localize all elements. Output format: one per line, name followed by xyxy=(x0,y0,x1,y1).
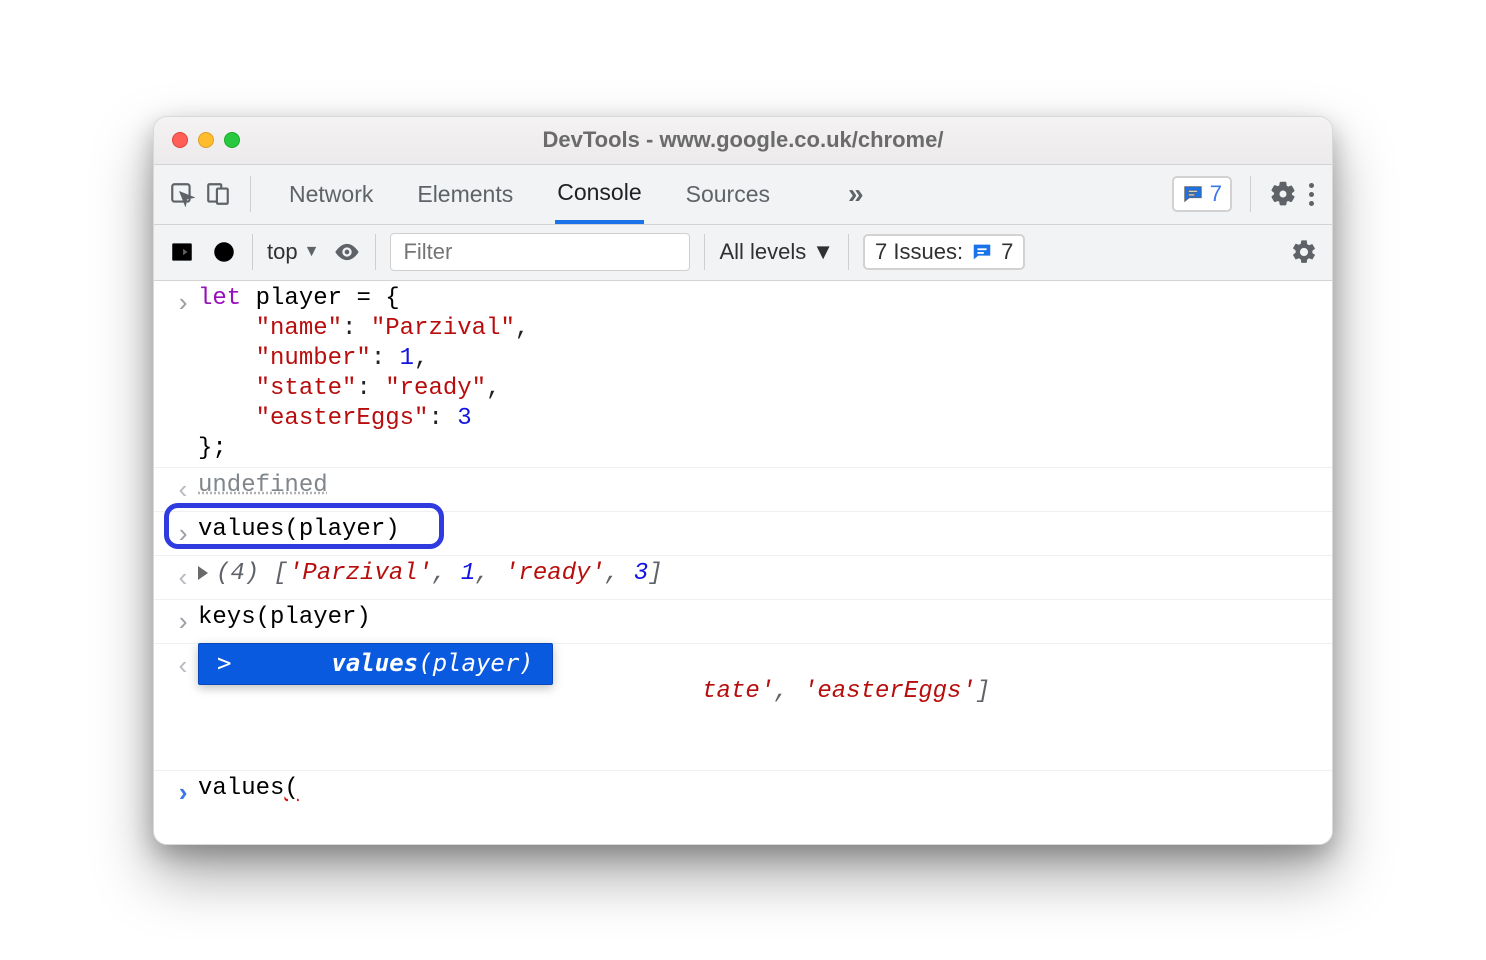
console-input-row[interactable]: values(player) xyxy=(154,512,1332,556)
filter-input[interactable] xyxy=(390,233,690,271)
expand-triangle-icon[interactable] xyxy=(198,566,208,580)
suggestion-text: values(player) xyxy=(331,649,533,677)
context-label: top xyxy=(267,239,298,265)
console-input-row[interactable]: let player = { "name": "Parzival", "numb… xyxy=(154,281,1332,468)
more-options-icon[interactable] xyxy=(1305,183,1318,206)
live-expression-icon[interactable] xyxy=(333,238,361,266)
close-window-button[interactable] xyxy=(172,132,188,148)
messages-badge[interactable]: 7 xyxy=(1172,176,1232,212)
maximize-window-button[interactable] xyxy=(224,132,240,148)
console-filterbar: top ▼ All levels ▼ 7 Issues: 7 xyxy=(154,225,1332,281)
output-chevron-icon xyxy=(175,651,191,684)
settings-icon[interactable] xyxy=(1269,180,1297,208)
separator xyxy=(250,176,251,212)
console-output: let player = { "name": "Parzival", "numb… xyxy=(154,281,1332,844)
more-tabs-icon[interactable]: » xyxy=(848,178,864,210)
suggestion-chevron-icon: > xyxy=(217,649,231,677)
issues-label: 7 Issues: xyxy=(875,239,963,265)
console-prompt-row[interactable]: values( xyxy=(154,771,1332,814)
log-levels-selector[interactable]: All levels ▼ xyxy=(719,239,834,265)
tab-console[interactable]: Console xyxy=(555,165,643,224)
issues-button[interactable]: 7 Issues: 7 xyxy=(863,234,1025,270)
tab-network[interactable]: Network xyxy=(287,167,375,222)
minimize-window-button[interactable] xyxy=(198,132,214,148)
issues-count: 7 xyxy=(1001,239,1013,265)
console-output-row[interactable]: ▸ (4) ['name', 'number', 'state', 'easte… xyxy=(154,644,1332,771)
tab-sources[interactable]: Sources xyxy=(684,167,772,222)
command-text: values(player) xyxy=(198,516,400,543)
console-settings-icon[interactable] xyxy=(1290,238,1318,266)
console-input[interactable]: values( xyxy=(198,774,1318,811)
window-title: DevTools - www.google.co.uk/chrome/ xyxy=(154,127,1332,153)
devtools-window: DevTools - www.google.co.uk/chrome/ Netw… xyxy=(153,116,1333,845)
device-toolbar-icon[interactable] xyxy=(204,180,232,208)
traffic-lights xyxy=(172,132,240,148)
output-chevron-icon xyxy=(175,563,191,596)
undefined-value: undefined xyxy=(198,472,328,499)
separator xyxy=(848,234,849,270)
sidebar-toggle-icon[interactable] xyxy=(168,238,196,266)
panel-tabs: Network Elements Console Sources » xyxy=(287,165,864,224)
dropdown-caret-icon: ▼ xyxy=(304,243,320,261)
separator xyxy=(704,234,705,270)
message-icon xyxy=(1182,183,1204,205)
messages-count: 7 xyxy=(1210,181,1222,207)
prompt-chevron-icon xyxy=(175,778,191,811)
clear-console-icon[interactable] xyxy=(210,238,238,266)
console-output-row: undefined xyxy=(154,468,1332,512)
separator xyxy=(1250,176,1251,212)
message-icon xyxy=(971,241,993,263)
command-text: keys(player) xyxy=(198,604,371,631)
autocomplete-suggestion[interactable]: > values(player) xyxy=(198,643,553,685)
console-input-row[interactable]: keys(player) xyxy=(154,600,1332,644)
dropdown-caret-icon: ▼ xyxy=(812,239,834,265)
input-chevron-icon xyxy=(175,607,191,640)
titlebar: DevTools - www.google.co.uk/chrome/ xyxy=(154,117,1332,165)
levels-label: All levels xyxy=(719,239,806,265)
input-chevron-icon xyxy=(175,519,191,552)
input-chevron-icon xyxy=(175,288,191,321)
inspect-element-icon[interactable] xyxy=(168,180,196,208)
console-output-row[interactable]: (4) ['Parzival', 1, 'ready', 3] xyxy=(154,556,1332,600)
output-chevron-icon xyxy=(175,475,191,508)
tab-elements[interactable]: Elements xyxy=(415,167,515,222)
code-block: let player = { "name": "Parzival", "numb… xyxy=(198,284,1318,464)
separator xyxy=(252,234,253,270)
main-toolbar: Network Elements Console Sources » 7 xyxy=(154,165,1332,225)
separator xyxy=(375,234,376,270)
context-selector[interactable]: top ▼ xyxy=(267,239,319,265)
